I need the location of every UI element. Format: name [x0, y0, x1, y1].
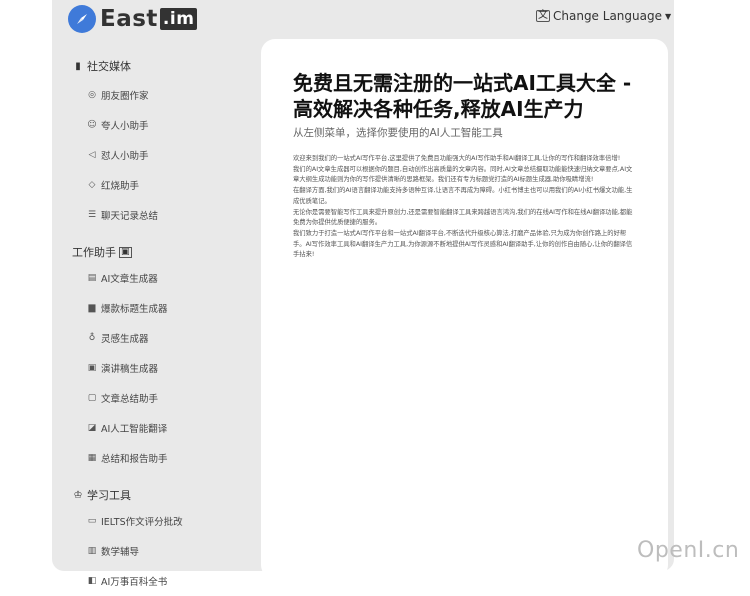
- logo-wordmark: East .im: [100, 6, 198, 32]
- report-icon: ▦: [87, 453, 97, 463]
- sidebar-item-article-generator[interactable]: ▤ AI文章生成器: [72, 263, 252, 293]
- monitor-icon: ▭: [87, 516, 97, 526]
- list-icon: ☰: [87, 210, 97, 220]
- sidebar-item-speech-generator[interactable]: ▣ 演讲稿生成器: [72, 353, 252, 383]
- briefcase-icon: ▣: [119, 246, 132, 258]
- change-language-button[interactable]: 文 Change Language ▼: [536, 9, 671, 23]
- bar-chart-icon: ▮: [75, 60, 81, 72]
- intro-paragraph: 欢迎来到我们的一站式AI写作平台,这里提供了免费且功能强大的AI写作助手和AI翻…: [293, 155, 621, 162]
- sidebar-item-ai-translate[interactable]: ◪ AI人工智能翻译: [72, 413, 252, 443]
- sidebar-item-roast-helper[interactable]: ◁ 怼人小助手: [72, 140, 252, 170]
- megaphone-icon: ◁: [88, 150, 96, 160]
- note-icon: ▢: [87, 393, 97, 403]
- sidebar-item-inspiration-generator[interactable]: ♁ 灵感生成器: [72, 323, 252, 353]
- watermark: OpenI.cn: [637, 538, 740, 563]
- document-icon: ▤: [87, 273, 97, 283]
- caret-down-icon: ▼: [664, 11, 672, 21]
- intro-paragraph: 在翻译方面,我们的AI语言翻译功能支持多语种互译,让语言不再成为障碍。小红书博主…: [293, 187, 633, 205]
- diamond-icon: ◇: [88, 180, 96, 190]
- intro-paragraph: 我们的AI文章生成器可以根据你的题目,自动创作出高质量的文章内容。同时,AI文章…: [293, 165, 633, 184]
- sidebar-item-xiaohongshu-helper[interactable]: ◇ 红烧助手: [72, 170, 252, 200]
- sidebar-item-article-summary[interactable]: ▢ 文章总结助手: [72, 383, 252, 413]
- lightbulb-icon: ♁: [88, 333, 96, 343]
- intro-paragraph: 无论你是需要智能写作工具来提升原创力,还是需要智能翻译工具来跨越语言鸿沟,我们的…: [293, 208, 633, 227]
- book-icon: ◧: [87, 576, 97, 586]
- camera-icon: ◎: [88, 90, 96, 100]
- change-language-label: Change Language: [553, 9, 662, 23]
- section-title-social: ▮ 社交媒体: [72, 56, 252, 76]
- site-logo[interactable]: East .im: [68, 4, 198, 34]
- page-title: 免费且无需注册的一站式AI工具大全 - 高效解决各种任务,释放AI生产力: [293, 71, 632, 121]
- translate-icon: 文: [536, 10, 550, 22]
- sidebar-item-title-generator[interactable]: ▆ 爆款标题生成器: [72, 293, 252, 323]
- sidebar-item-ielts-grading[interactable]: ▭ IELTS作文评分批改: [72, 506, 252, 536]
- section-title-work: 工作助手 ▣: [72, 246, 132, 259]
- intro-paragraph: 我们致力于打造一站式AI写作平台和一站式AI翻译平台,不断迭代升级核心算法,打磨…: [293, 229, 633, 259]
- sidebar: ▮ 社交媒体 ◎ 朋友圈作家 ☺ 夸人小助手 ◁ 怼人小助手 ◇ 红烧助手 ☰ …: [72, 56, 252, 596]
- translate-icon: ◪: [87, 423, 97, 433]
- sidebar-item-chat-summary[interactable]: ☰ 聊天记录总结: [72, 200, 252, 230]
- logo-text: East: [100, 6, 158, 32]
- sidebar-item-moments-writer[interactable]: ◎ 朋友圈作家: [72, 80, 252, 110]
- page-subtitle: 从左侧菜单，选择你要使用的AI人工智能工具: [293, 127, 503, 139]
- compass-icon: [68, 5, 96, 33]
- file-icon: ▆: [88, 303, 96, 313]
- sidebar-item-report-helper[interactable]: ▦ 总结和报告助手: [72, 443, 252, 473]
- clipboard-icon: ▣: [87, 363, 97, 373]
- smile-icon: ☺: [87, 120, 97, 130]
- intro-text: 欢迎来到我们的一站式AI写作平台,这里提供了免费且功能强大的AI写作助手和AI翻…: [293, 154, 633, 261]
- graduation-icon: ♔: [73, 489, 83, 501]
- logo-suffix: .im: [159, 8, 198, 30]
- sidebar-item-praise-helper[interactable]: ☺ 夸人小助手: [72, 110, 252, 140]
- sidebar-item-math-tutor[interactable]: ▥ 数学辅导: [72, 536, 252, 566]
- calculator-icon: ▥: [87, 546, 97, 556]
- section-title-learning: ♔ 学习工具: [73, 489, 131, 502]
